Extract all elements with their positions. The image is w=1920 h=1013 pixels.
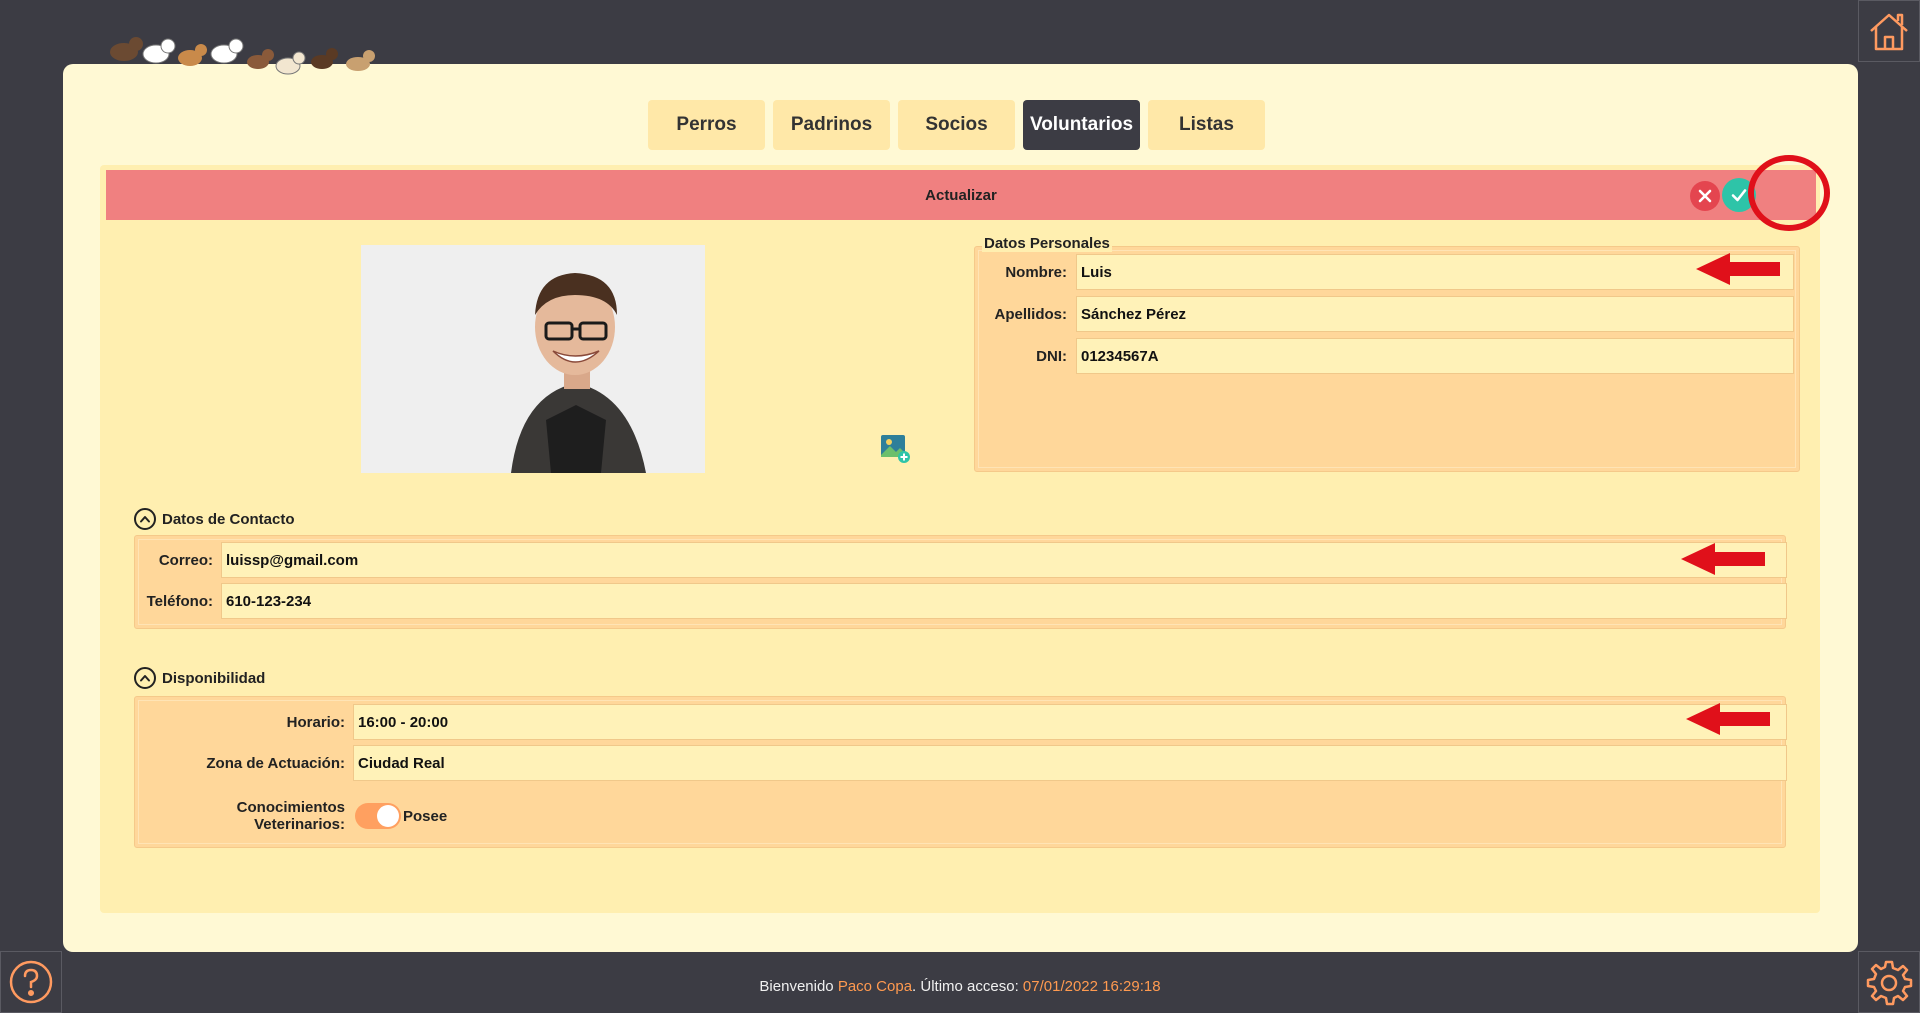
arrow-left-icon — [1696, 253, 1780, 285]
close-icon — [1698, 189, 1712, 203]
correo-row: Correo: — [143, 542, 1787, 578]
nombre-field[interactable] — [1076, 254, 1794, 290]
dni-field[interactable] — [1076, 338, 1794, 374]
action-header: Actualizar — [106, 170, 1816, 220]
add-image-button[interactable] — [880, 433, 910, 463]
highlight-circle — [1748, 155, 1830, 231]
tab-voluntarios[interactable]: Voluntarios — [1023, 100, 1140, 150]
arrow-left-icon — [1681, 543, 1765, 575]
contact-section-title: Datos de Contacto — [162, 510, 295, 528]
apellidos-row: Apellidos: — [985, 296, 1794, 332]
home-button[interactable] — [1858, 0, 1920, 62]
footer-middle: . Último acceso: — [912, 978, 1019, 995]
nombre-row: Nombre: — [985, 254, 1794, 290]
horario-label: Horario: — [286, 713, 345, 731]
zona-row: Zona de Actuación: — [143, 745, 1787, 781]
zona-label: Zona de Actuación: — [206, 754, 345, 772]
tab-socios[interactable]: Socios — [898, 100, 1015, 150]
chevron-up-icon — [134, 667, 156, 689]
add-image-icon — [881, 435, 910, 463]
arrow-left-icon — [1686, 703, 1770, 735]
contact-section-toggle[interactable]: Datos de Contacto — [134, 508, 295, 530]
horario-row: Horario: — [143, 704, 1787, 740]
availability-section-toggle[interactable]: Disponibilidad — [134, 667, 265, 689]
volunteer-photo — [361, 245, 705, 473]
vet-toggle-label: Posee — [403, 807, 448, 825]
vet-toggle[interactable] — [355, 803, 401, 829]
correo-field[interactable] — [221, 542, 1787, 578]
personal-data-legend: Datos Personales — [982, 235, 1112, 252]
horario-field[interactable] — [353, 704, 1787, 740]
apellidos-field[interactable] — [1076, 296, 1794, 332]
nombre-label: Nombre: — [1005, 263, 1067, 281]
home-icon — [1870, 13, 1908, 51]
footer-last-access: 07/01/2022 16:29:18 — [1022, 978, 1161, 995]
footer-prefix: Bienvenido — [759, 978, 834, 995]
dni-label: DNI: — [1036, 347, 1067, 365]
chevron-up-icon — [134, 508, 156, 530]
toggle-knob — [377, 805, 399, 827]
telefono-label: Teléfono: — [146, 592, 213, 610]
footer-user: Paco Copa — [837, 978, 913, 995]
vet-row: Conocimientos Veterinarios: Posee — [143, 799, 448, 833]
main-tabs: Perros Padrinos Socios Voluntarios Lista… — [648, 100, 1265, 150]
correo-label: Correo: — [158, 551, 213, 569]
tab-perros[interactable]: Perros — [648, 100, 765, 150]
telefono-field[interactable] — [221, 583, 1787, 619]
cancel-button[interactable] — [1690, 181, 1720, 211]
telefono-row: Teléfono: — [143, 583, 1787, 619]
check-icon — [1731, 189, 1747, 202]
status-footer: Bienvenido Paco Copa. Último acceso: 07/… — [0, 978, 1920, 995]
dogs-logo — [96, 18, 396, 90]
tab-padrinos[interactable]: Padrinos — [773, 100, 890, 150]
availability-section-title: Disponibilidad — [162, 669, 266, 687]
vet-label: Conocimientos Veterinarios: — [236, 799, 345, 833]
tab-listas[interactable]: Listas — [1148, 100, 1265, 150]
apellidos-label: Apellidos: — [994, 305, 1067, 323]
dni-row: DNI: — [985, 338, 1794, 374]
zona-field[interactable] — [353, 745, 1787, 781]
header-title: Actualizar — [925, 186, 997, 204]
